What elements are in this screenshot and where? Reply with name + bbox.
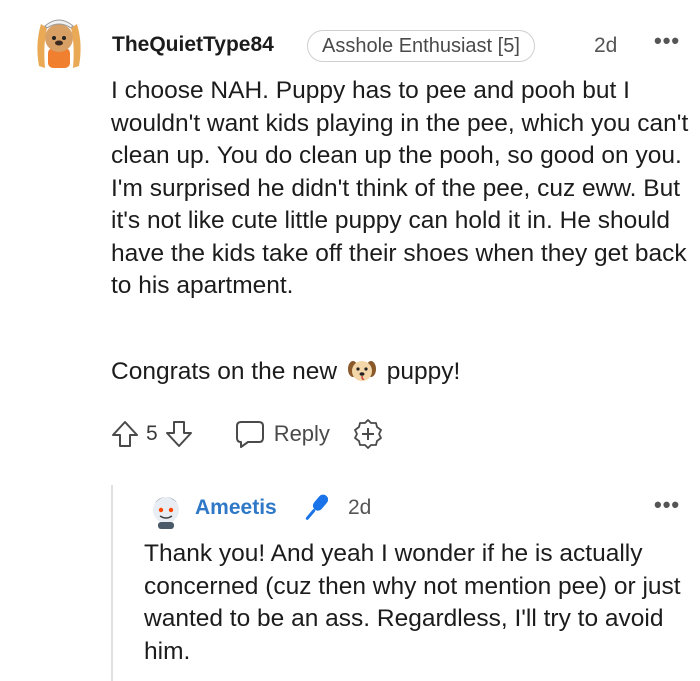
reply-more-options-icon[interactable]: ••• <box>654 492 680 518</box>
more-options-icon[interactable]: ••• <box>654 28 680 54</box>
thread-line[interactable] <box>111 485 113 681</box>
congrats-text-end: puppy! <box>386 358 461 385</box>
award-icon[interactable] <box>352 418 384 450</box>
comment-actions: 5 Reply <box>110 415 384 453</box>
microphone-icon <box>298 490 334 526</box>
comment-timestamp: 2d <box>594 34 618 57</box>
comment-username[interactable]: TheQuietType84 <box>112 33 274 57</box>
reply-timestamp: 2d <box>348 496 372 519</box>
comment-text: I choose NAH. Puppy has to pee and pooh … <box>111 77 689 299</box>
vote-count: 5 <box>146 422 158 445</box>
upvote-icon[interactable] <box>110 419 140 449</box>
reply-avatar[interactable] <box>147 489 185 529</box>
reply-body: Thank you! And yeah I wonder if he is ac… <box>144 540 681 665</box>
reply-username[interactable]: Ameetis <box>195 496 277 520</box>
avatar[interactable] <box>31 14 87 74</box>
downvote-icon[interactable] <box>164 419 194 449</box>
congrats-text: Congrats on the new <box>111 358 338 385</box>
user-flair: Asshole Enthusiast [5] <box>307 30 535 62</box>
dog-emoji <box>347 358 377 384</box>
comment-body: I choose NAH. Puppy has to pee and pooh … <box>111 75 691 303</box>
reply-label: Reply <box>273 421 330 446</box>
reply-button[interactable]: Reply <box>234 419 330 449</box>
comment-congrats-line: Congrats on the new puppy! <box>111 358 460 386</box>
reply-icon <box>234 419 266 449</box>
